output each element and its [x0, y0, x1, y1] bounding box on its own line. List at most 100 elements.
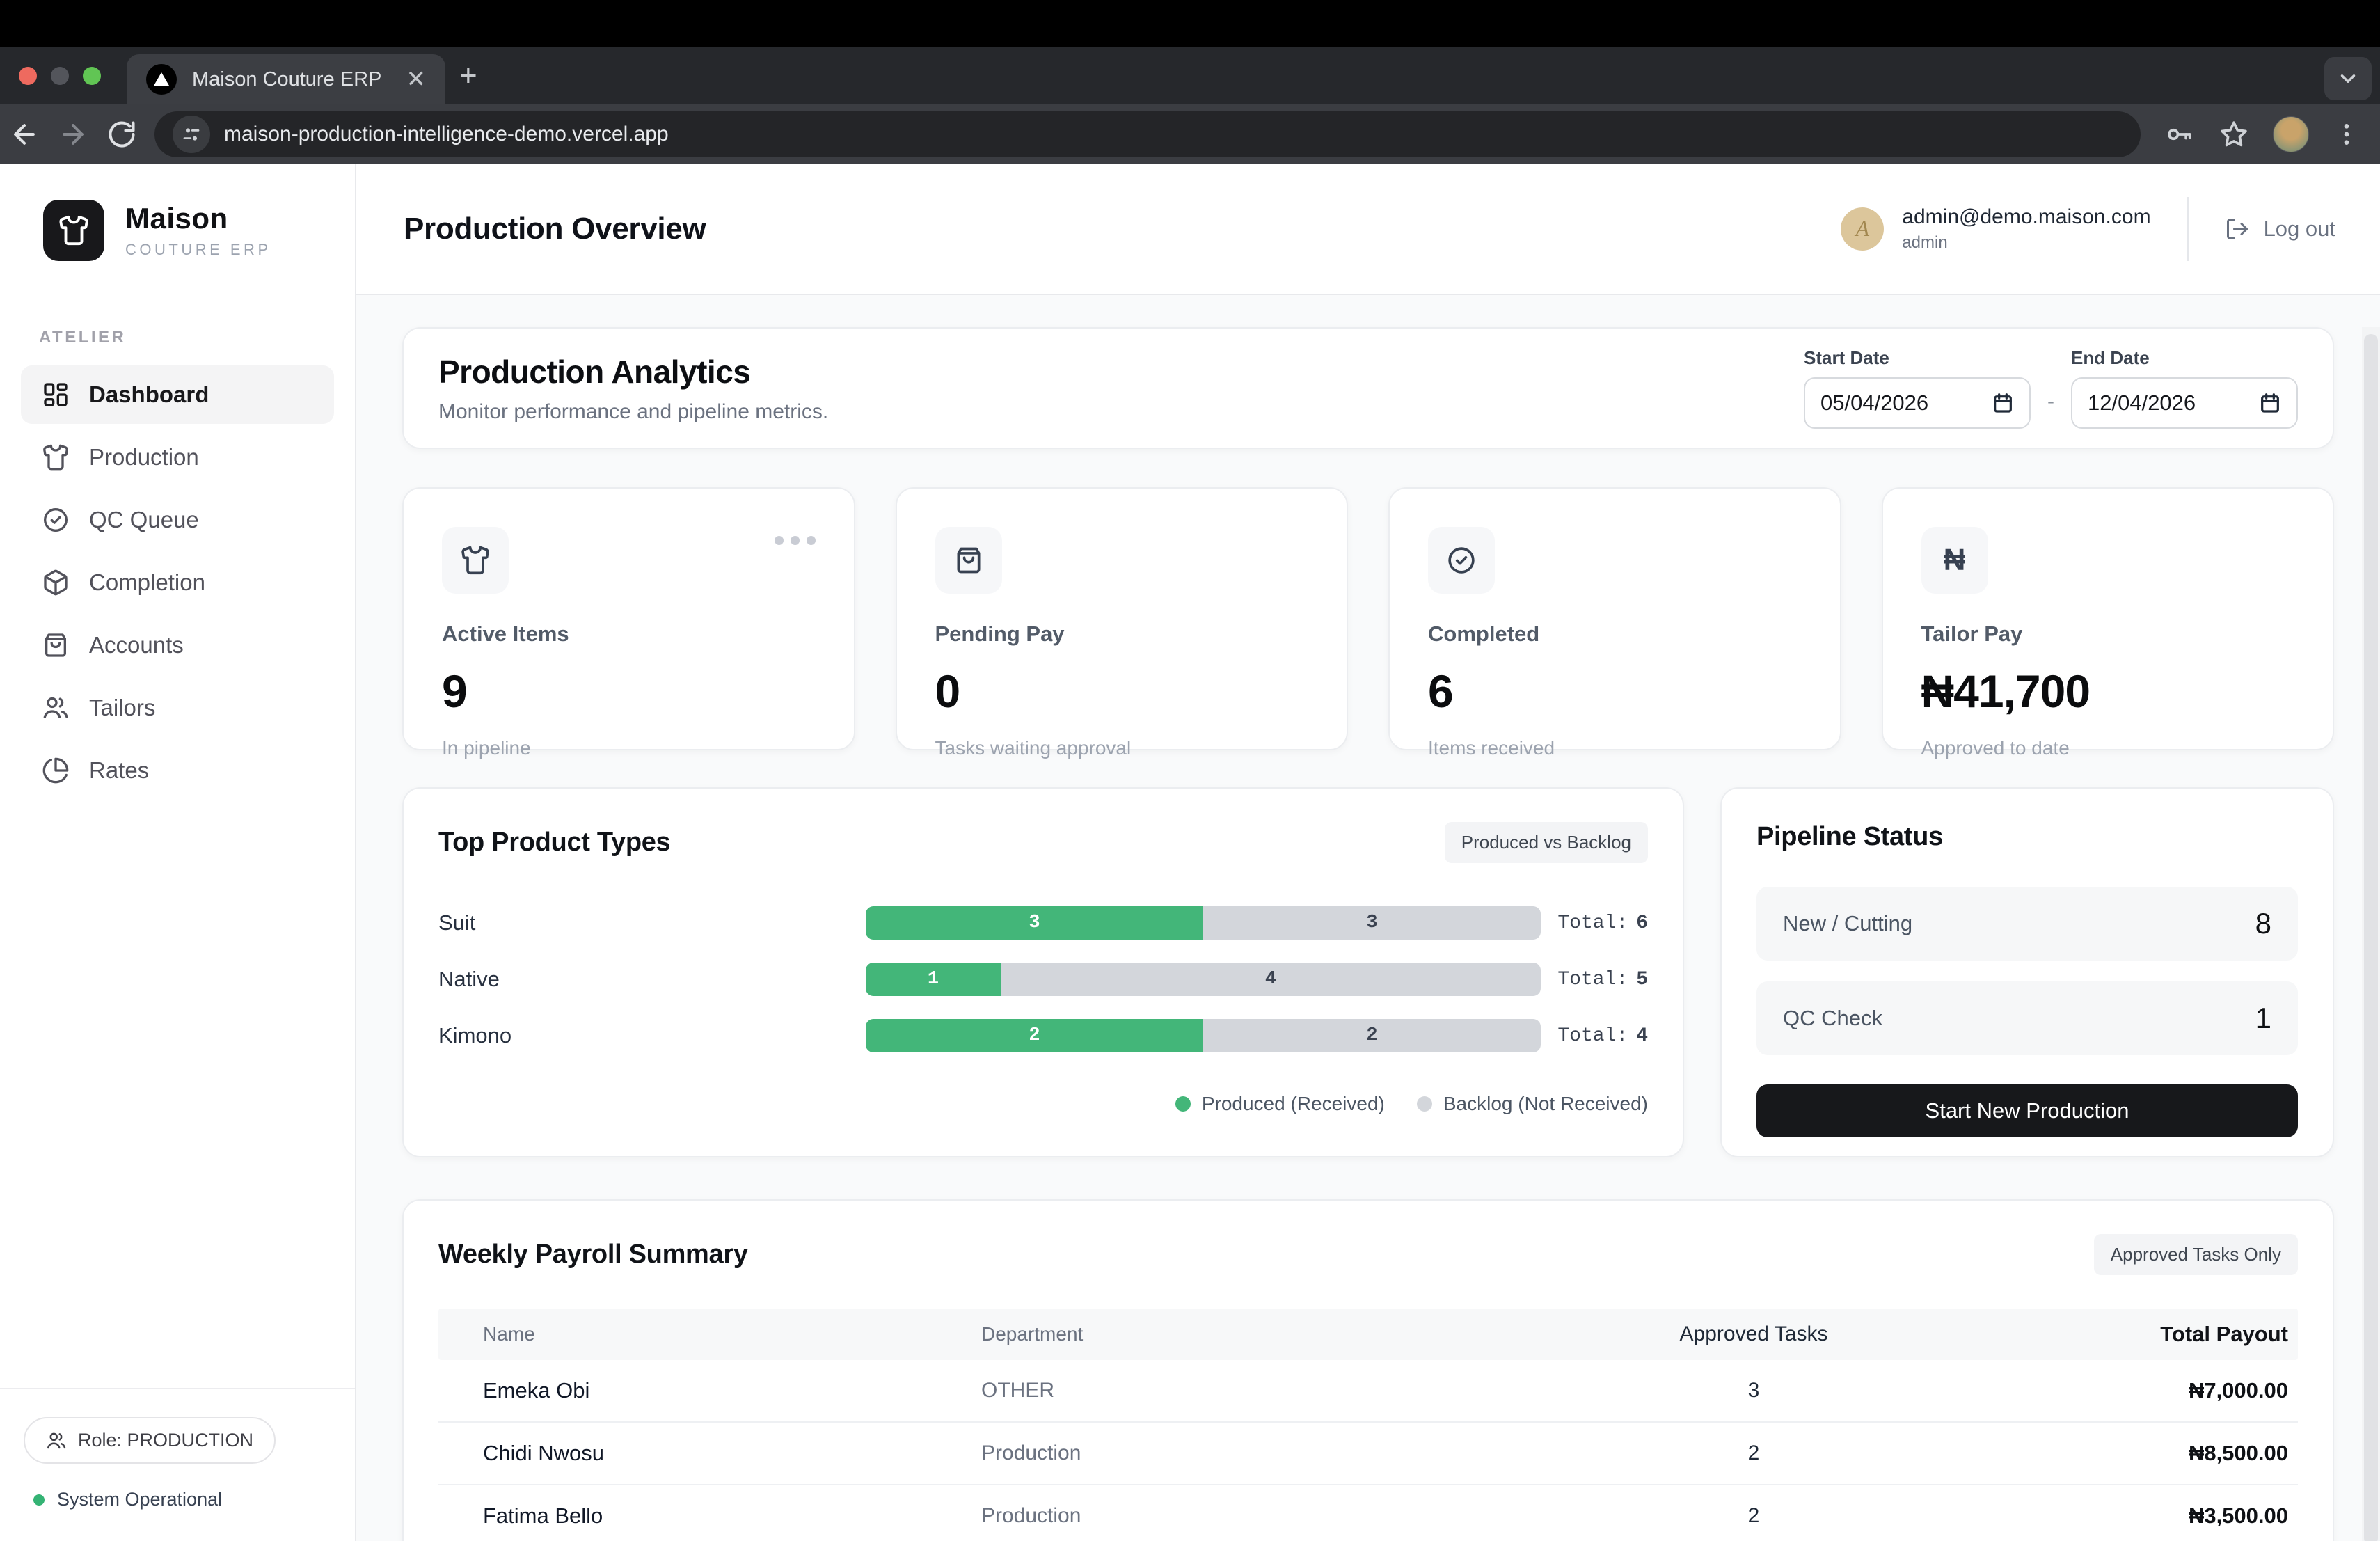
browser-tabstrip: Maison Couture ERP ✕ + — [0, 47, 2380, 104]
analytics-title: Production Analytics — [438, 353, 828, 390]
stat-card-pending-pay: Pending Pay 0 Tasks waiting approval — [896, 487, 1349, 750]
stat-value: 0 — [935, 665, 1309, 718]
start-date-input[interactable]: 05/04/2026 — [1804, 377, 2031, 429]
shopping-bag-icon — [42, 631, 70, 659]
sidebar-item-accounts[interactable]: Accounts — [21, 616, 334, 674]
sidebar-item-production[interactable]: Production — [21, 428, 334, 487]
back-button[interactable] — [0, 119, 49, 150]
shirt-icon — [58, 214, 90, 246]
zoom-window-button[interactable] — [83, 67, 101, 85]
logout-button[interactable]: Log out — [2225, 216, 2335, 242]
header-divider — [2187, 197, 2189, 261]
charts-row: Top Product Types Produced vs Backlog Su… — [402, 787, 2334, 1157]
role-badge: Role: PRODUCTION — [24, 1417, 276, 1464]
browser-tab[interactable]: Maison Couture ERP ✕ — [127, 54, 445, 104]
system-status-label: System Operational — [57, 1489, 222, 1510]
brand: Maison COUTURE ERP — [0, 164, 355, 261]
browser-profile-avatar[interactable] — [2273, 116, 2309, 152]
legend-produced: Produced (Received) — [1175, 1093, 1385, 1115]
bar-row-native: Native 1 4 Total:5 — [438, 963, 1648, 996]
sidebar-item-label: Tailors — [89, 695, 155, 721]
cell-approved-tasks: 2 — [1510, 1504, 1997, 1528]
pipeline-row-new-cutting: New / Cutting 8 — [1756, 887, 2298, 961]
end-date-input[interactable]: 12/04/2026 — [2071, 377, 2298, 429]
sidebar-section-label: ATELIER — [0, 261, 355, 365]
page-scrollbar — [2362, 327, 2380, 1541]
stat-icon-box: ₦ — [1921, 527, 1988, 594]
sidebar-item-rates[interactable]: Rates — [21, 741, 334, 800]
bar-total: Total:5 — [1541, 969, 1648, 990]
forward-button[interactable] — [49, 119, 97, 150]
stacked-bar: 2 2 — [866, 1019, 1541, 1052]
reload-button[interactable] — [97, 119, 146, 150]
table-row: Emeka Obi OTHER 3 ₦7,000.00 — [438, 1360, 2298, 1423]
stacked-bar: 3 3 — [866, 906, 1541, 940]
cell-name: Chidi Nwosu — [438, 1441, 981, 1466]
stat-icon-box — [442, 527, 509, 594]
production-analytics-card: Production Analytics Monitor performance… — [402, 327, 2334, 449]
bar-row-suit: Suit 3 3 Total:6 — [438, 906, 1648, 940]
stat-cards-row: Active Items 9 In pipeline Pending Pay 0… — [402, 487, 2334, 750]
scrollbar-thumb[interactable] — [2364, 334, 2378, 1541]
stat-value: ₦41,700 — [1921, 665, 2295, 718]
produced-segment: 2 — [866, 1019, 1203, 1052]
new-tab-button[interactable]: + — [459, 47, 477, 104]
cell-department: Production — [981, 1504, 1510, 1528]
stat-sub: In pipeline — [442, 737, 816, 759]
url-bar[interactable]: maison-production-intelligence-demo.verc… — [154, 111, 2141, 157]
close-window-button[interactable] — [19, 67, 37, 85]
produced-segment: 1 — [866, 963, 1001, 996]
sidebar-item-label: Dashboard — [89, 381, 209, 408]
tab-close-icon[interactable]: ✕ — [406, 68, 427, 91]
pipeline-status-card: Pipeline Status New / Cutting 8 QC Check… — [1720, 787, 2334, 1157]
stat-sub: Approved to date — [1921, 737, 2295, 759]
legend-dot-green — [1175, 1096, 1191, 1112]
main-area: Production Overview A admin@demo.maison.… — [356, 164, 2380, 1541]
sidebar-item-qc-queue[interactable]: QC Queue — [21, 491, 334, 549]
cell-name: Emeka Obi — [438, 1378, 981, 1403]
status-dot — [33, 1494, 45, 1506]
bar-category-label: Kimono — [438, 1023, 866, 1048]
pipeline-row-qc-check: QC Check 1 — [1756, 981, 2298, 1055]
site-settings-chip[interactable] — [173, 116, 210, 153]
stat-sub: Tasks waiting approval — [935, 737, 1309, 759]
end-date-value: 12/04/2026 — [2088, 390, 2249, 416]
chart-badge: Produced vs Backlog — [1445, 822, 1648, 863]
minimize-window-button[interactable] — [51, 67, 69, 85]
sidebar-footer: Role: PRODUCTION System Operational — [0, 1388, 355, 1541]
bookmark-star-icon[interactable] — [2219, 119, 2249, 150]
tab-search-chevron-button[interactable] — [2324, 57, 2372, 100]
sidebar-item-label: Accounts — [89, 632, 184, 658]
sidebar-item-completion[interactable]: Completion — [21, 553, 334, 612]
pipeline-count: 8 — [2255, 907, 2271, 940]
stat-card-completed: Completed 6 Items received — [1388, 487, 1841, 750]
page-header: Production Overview A admin@demo.maison.… — [356, 164, 2380, 295]
produced-segment: 3 — [866, 906, 1203, 940]
browser-menu-kebab-icon[interactable] — [2333, 120, 2361, 148]
calendar-icon[interactable] — [1992, 392, 2014, 414]
weekly-payroll-card: Weekly Payroll Summary Approved Tasks On… — [402, 1199, 2334, 1541]
logout-icon — [2225, 216, 2250, 242]
cell-total-payout: ₦7,000.00 — [1997, 1378, 2298, 1403]
naira-icon: ₦ — [1944, 543, 1966, 578]
table-row: Chidi Nwosu Production 2 ₦8,500.00 — [438, 1423, 2298, 1485]
dashboard-content: Production Analytics Monitor performance… — [356, 295, 2380, 1541]
sidebar-item-dashboard[interactable]: Dashboard — [21, 365, 334, 424]
user-email: admin@demo.maison.com — [1902, 205, 2150, 229]
chart-title: Top Product Types — [438, 828, 670, 858]
sidebar-item-tailors[interactable]: Tailors — [21, 679, 334, 737]
site-settings-icon — [181, 124, 202, 145]
stat-value: 9 — [442, 665, 816, 718]
backlog-segment: 2 — [1203, 1019, 1541, 1052]
table-row: Fatima Bello Production 2 ₦3,500.00 — [438, 1485, 2298, 1541]
brand-name: Maison — [125, 202, 271, 235]
card-ellipsis-icon[interactable] — [775, 536, 816, 545]
calendar-icon[interactable] — [2259, 392, 2281, 414]
tab-title: Maison Couture ERP — [192, 68, 391, 91]
stat-card-active-items: Active Items 9 In pipeline — [402, 487, 855, 750]
start-new-production-button[interactable]: Start New Production — [1756, 1084, 2298, 1137]
date-range-separator: - — [2047, 390, 2054, 413]
shirt-icon — [460, 545, 491, 576]
password-key-icon[interactable] — [2164, 119, 2195, 150]
cell-name: Fatima Bello — [438, 1503, 981, 1528]
